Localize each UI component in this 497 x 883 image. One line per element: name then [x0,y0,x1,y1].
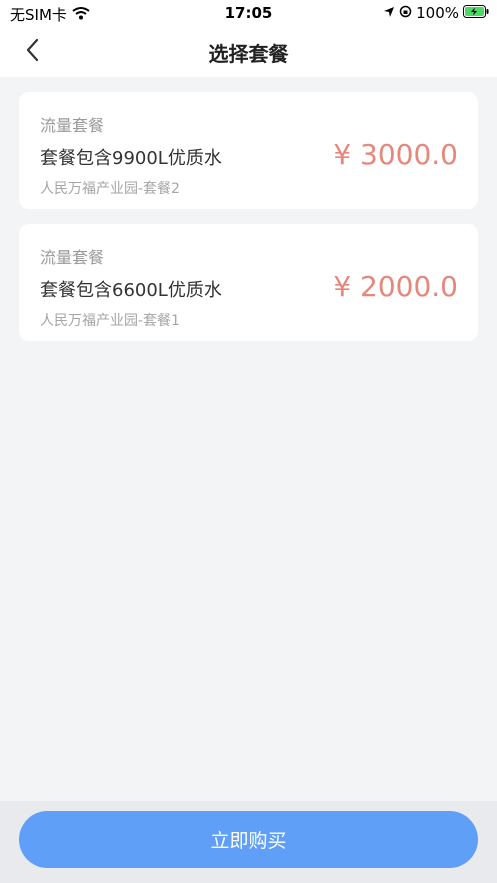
package-price: ¥ 2000.0 [333,270,458,303]
package-type-label: 流量套餐 [40,116,105,135]
package-subtitle: 人民万福产业园-套餐2 [40,181,180,197]
navigation-bar: 选择套餐 [0,26,497,77]
package-description: 套餐包含9900L优质水 [40,148,222,169]
battery-percent: 100% [416,4,459,22]
location-arrow-icon [383,4,395,22]
battery-charging-icon [463,4,489,22]
package-card-1[interactable]: 流量套餐 套餐包含9900L优质水 人民万福产业园-套餐2 ¥ 3000.0 [19,92,478,209]
status-bar: 无SIM卡 17:05 100% [0,0,497,26]
package-type-label: 流量套餐 [40,248,105,267]
bottom-bar: 立即购买 [0,801,497,883]
orientation-lock-icon [399,4,412,22]
package-price: ¥ 3000.0 [333,138,458,171]
package-subtitle: 人民万福产业园-套餐1 [40,313,180,329]
package-card-2[interactable]: 流量套餐 套餐包含6600L优质水 人民万福产业园-套餐1 ¥ 2000.0 [19,224,478,341]
page-title: 选择套餐 [208,42,289,66]
buy-now-button[interactable]: 立即购买 [19,811,478,868]
status-right: 100% [383,4,489,22]
package-description: 套餐包含6600L优质水 [40,280,222,301]
